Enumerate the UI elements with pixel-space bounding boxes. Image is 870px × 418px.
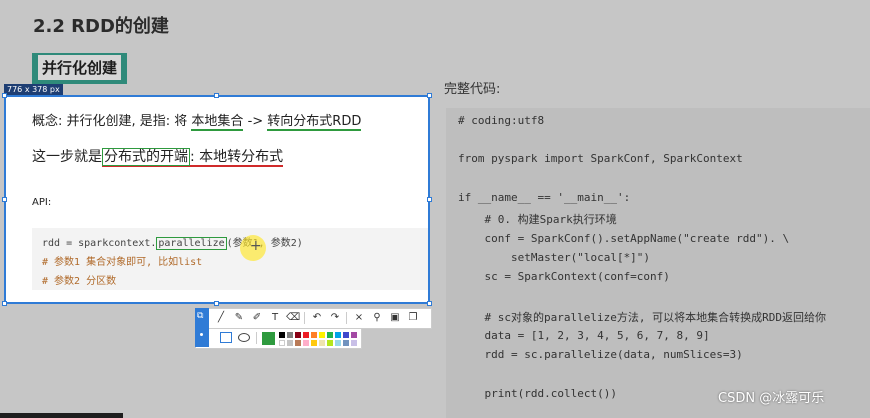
crosshair-cursor-icon: + (250, 238, 262, 254)
color-swatch[interactable] (279, 340, 285, 346)
text-icon[interactable]: T (268, 311, 282, 325)
color-swatch[interactable] (311, 332, 317, 338)
resize-handle[interactable] (427, 301, 432, 306)
color-swatch[interactable] (303, 332, 309, 338)
toolbar-separator (256, 332, 257, 344)
code-line: rdd = sc.parallelize(data, numSlices=3) (458, 348, 743, 361)
code-line: conf = SparkConf().setAppName("create rd… (458, 232, 790, 245)
resize-handle[interactable] (2, 301, 7, 306)
toolbar-separator (346, 312, 347, 324)
line-icon[interactable]: ╱ (214, 311, 228, 325)
color-swatch[interactable] (319, 332, 325, 338)
api-code-block: rdd = sparkcontext.parallelize(参数1, 参数2)… (32, 228, 428, 290)
crop-icon[interactable]: ⧉ (197, 311, 203, 321)
code-block: # coding:utf8 from pyspark import SparkC… (446, 108, 870, 418)
rectangle-icon[interactable] (220, 332, 232, 343)
ellipse-icon[interactable] (238, 333, 250, 342)
pen-icon[interactable]: ✎ (232, 311, 246, 325)
concept-target: 转向分布式RDD (267, 114, 362, 131)
code-line: # coding:utf8 (458, 114, 545, 127)
api-line-3: # 参数2 分区数 (42, 276, 117, 287)
slide-page: 2.2 RDD的创建 并行化创建 完整代码: # coding:utf8 fro… (0, 0, 870, 418)
color-swatch[interactable] (287, 332, 293, 338)
eraser-icon[interactable]: ⌫ (286, 311, 300, 325)
concept-text: 概念: 并行化创建, 是指: 将 本地集合 -> 转向分布式RDD (32, 110, 362, 131)
api-line-1-a: rdd = sparkcontext. (42, 238, 157, 249)
dot-icon (200, 333, 203, 336)
code-line: # sc对象的parallelize方法, 可以将本地集合转换成RDD返回给你 (458, 311, 826, 324)
code-line: sc = SparkContext(conf=conf) (458, 270, 670, 283)
color-swatch[interactable] (351, 332, 357, 338)
color-swatch[interactable] (295, 332, 301, 338)
redo-icon[interactable]: ↷ (328, 311, 342, 325)
section-heading: 并行化创建 (32, 53, 128, 84)
resize-handle[interactable] (214, 301, 219, 306)
resize-handle[interactable] (2, 93, 7, 98)
color-swatch[interactable] (343, 332, 349, 338)
resize-handle[interactable] (427, 197, 432, 202)
save-icon[interactable]: ▣ (388, 311, 402, 325)
close-icon[interactable]: × (352, 311, 366, 325)
concept-arrow: -> (243, 114, 268, 129)
concept-local: 本地集合 (191, 114, 244, 131)
color-swatch[interactable] (335, 332, 341, 338)
undo-icon[interactable]: ↶ (310, 311, 324, 325)
color-swatch[interactable] (319, 340, 325, 346)
color-swatch[interactable] (311, 340, 317, 346)
color-swatch[interactable] (327, 340, 333, 346)
pin-icon[interactable]: ⚲ (370, 311, 384, 325)
bottom-bar (0, 413, 123, 418)
marker-icon[interactable]: ✐ (250, 311, 264, 325)
current-color-swatch[interactable] (262, 332, 275, 345)
color-swatch[interactable] (287, 340, 293, 346)
concept-prefix: 概念: 并行化创建, 是指: 将 (32, 114, 192, 129)
copy-icon[interactable]: ❐ (406, 311, 420, 325)
resize-handle[interactable] (2, 197, 7, 202)
shape-color-toolbar (195, 328, 362, 349)
watermark: CSDN @冰露可乐 (718, 391, 825, 406)
resize-handle[interactable] (427, 93, 432, 98)
step-boxed: 分布式的开端 (102, 148, 190, 166)
color-swatch[interactable] (343, 340, 349, 346)
toolbar-side-tab[interactable]: ⧉ (195, 308, 209, 347)
api-line-2: # 参数1 集合对象即可, 比如list (42, 257, 203, 268)
code-line: if __name__ == '__main__': (458, 191, 631, 204)
code-line: print(rdd.collect()) (458, 387, 617, 400)
step-text: 这一步就是 分布式的开端: 本地转分布式 (32, 146, 284, 167)
color-swatch[interactable] (303, 340, 309, 346)
color-swatch[interactable] (351, 340, 357, 346)
code-line: setMaster("local[*]") (458, 251, 651, 264)
annotation-toolbar: ╱ ✎ ✐ T ⌫ ↶ ↷ × ⚲ ▣ ❐ (195, 308, 432, 329)
resize-handle[interactable] (214, 93, 219, 98)
screenshot-selection[interactable]: 概念: 并行化创建, 是指: 将 本地集合 -> 转向分布式RDD 这一步就是分… (4, 95, 430, 304)
code-line: data = [1, 2, 3, 4, 5, 6, 7, 8, 9] (458, 329, 710, 342)
color-swatch[interactable] (335, 340, 341, 346)
api-label: API: (32, 197, 52, 208)
code-line: # 0. 构建Spark执行环境 (458, 213, 617, 226)
step-suffix: : 本地转分布式 (190, 149, 284, 165)
color-swatch[interactable] (327, 332, 333, 338)
section-heading-text: 并行化创建 (38, 55, 122, 80)
api-line-1-b: parallelize (156, 237, 227, 250)
color-swatch[interactable] (295, 340, 301, 346)
color-swatch[interactable] (279, 332, 285, 338)
code-label: 完整代码: (444, 82, 501, 97)
step-prefix: 这一步就是 (32, 149, 102, 165)
page-title: 2.2 RDD的创建 (33, 16, 169, 37)
toolbar-separator (304, 312, 305, 324)
code-line: from pyspark import SparkConf, SparkCont… (458, 152, 743, 165)
selection-size-badge: 776 x 378 px (4, 84, 63, 95)
